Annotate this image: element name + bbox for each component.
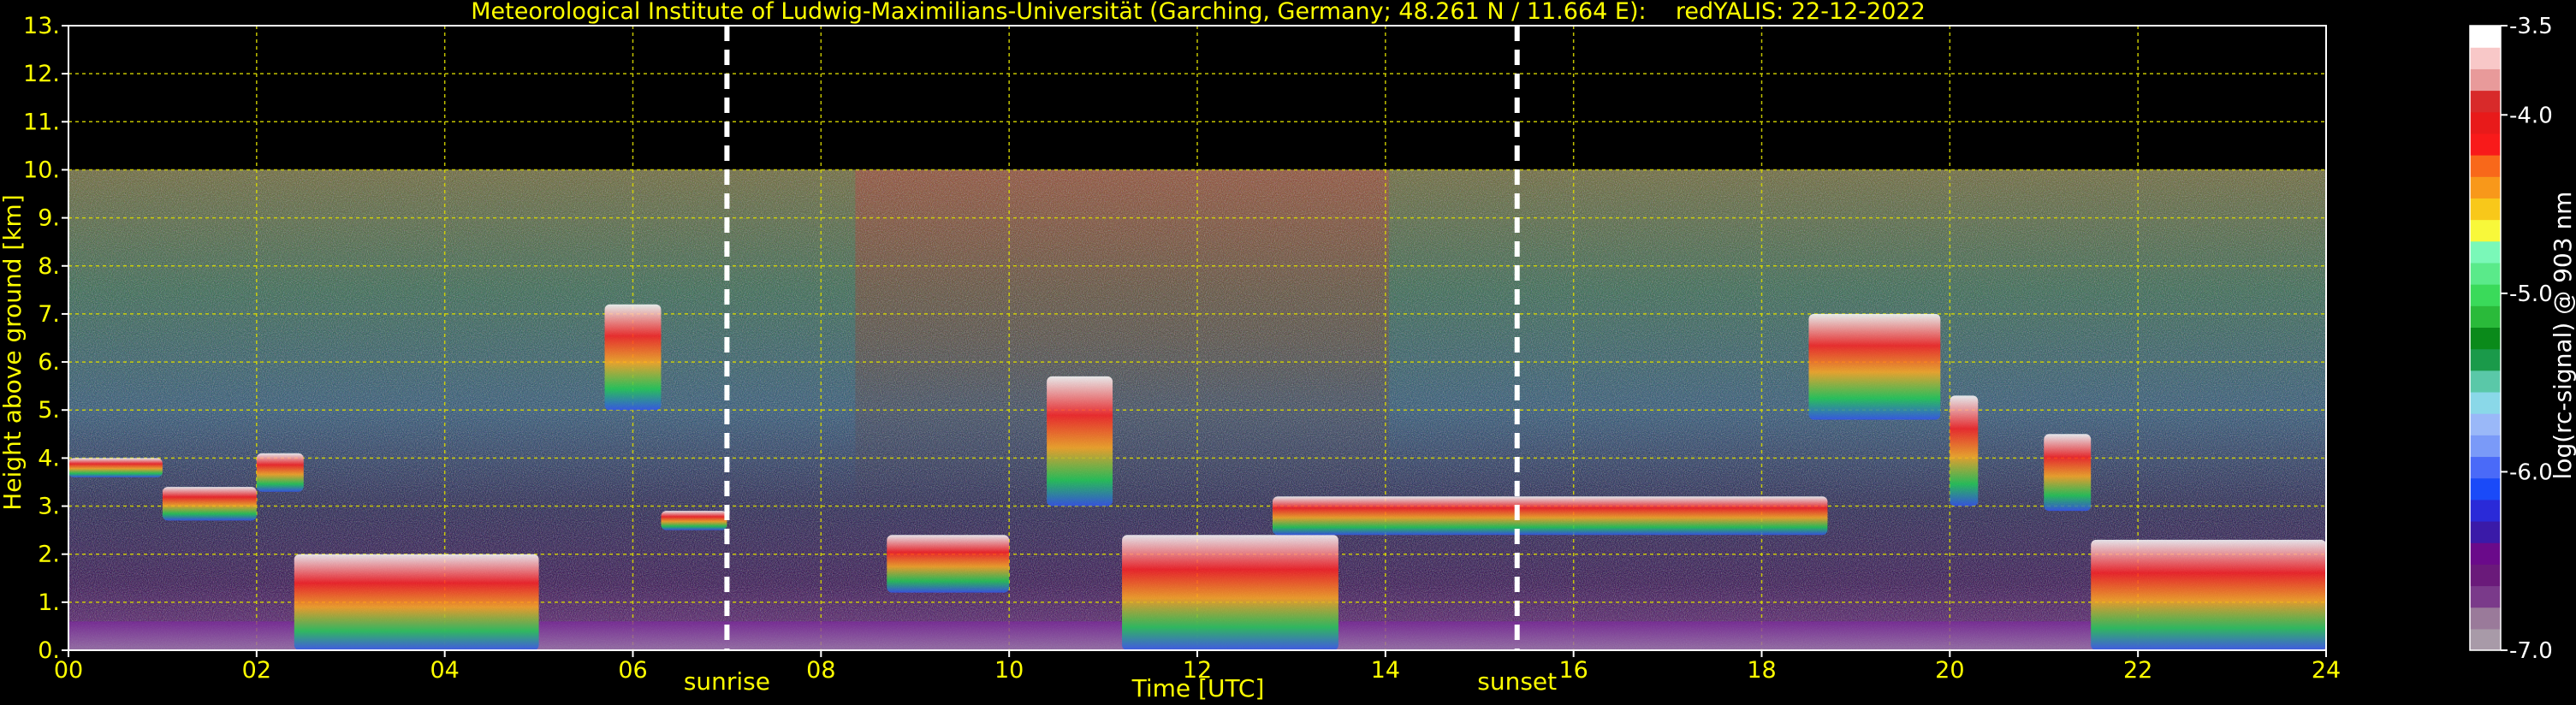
- colorbar-tick-label: -4.0: [2509, 103, 2553, 128]
- sunrise-label: sunrise: [684, 667, 770, 696]
- colorbar-segment: [2470, 520, 2501, 543]
- y-tick-label: 11.: [23, 109, 60, 135]
- x-tick-label: 24: [2312, 657, 2341, 684]
- colorbar-segment: [2470, 284, 2501, 306]
- y-tick-label: 12.: [23, 61, 60, 87]
- x-tick-label: 04: [430, 657, 459, 684]
- chart: sunrise sunset 00 02 04 06 08 10 12 14 16 18 20 22 24…: [0, 0, 2576, 702]
- cloud-feature-10: [1272, 496, 1828, 536]
- x-tick-label: 06: [618, 657, 647, 684]
- colorbar-segment: [2470, 133, 2501, 156]
- cloud-feature-6: [661, 511, 727, 530]
- colorbar-segment: [2470, 219, 2501, 242]
- cloud-feature-4: [294, 554, 539, 650]
- cloud-feature-14: [2091, 539, 2326, 650]
- y-tick-label: 2.: [38, 542, 60, 568]
- colorbar-segment: [2470, 348, 2501, 371]
- colorbar-segment: [2470, 305, 2501, 329]
- x-tick-label: 10: [994, 657, 1024, 684]
- colorbar-segment: [2470, 585, 2501, 608]
- y-tick-label: 7.: [38, 301, 60, 328]
- x-tick-label: 14: [1371, 657, 1400, 684]
- y-tick-label: 10.: [23, 157, 60, 183]
- x-axis-label: Time [UTC]: [1131, 674, 1265, 702]
- y-tick-label: 1.: [38, 589, 60, 616]
- x-tick-label: 02: [242, 657, 271, 684]
- colorbar-segment: [2470, 111, 2501, 134]
- colorbar-segment: [2470, 564, 2501, 587]
- colorbar-segment: [2470, 327, 2501, 350]
- chart-title: Meteorological Institute of Ludwig-Maxim…: [471, 0, 1926, 25]
- cloud-feature-3: [256, 453, 304, 492]
- colorbar-segment: [2470, 262, 2501, 285]
- cloud-feature-13: [2044, 434, 2092, 512]
- colorbar-segment: [2470, 176, 2501, 198]
- cloud-feature-7: [887, 535, 1010, 593]
- colorbar-segment: [2470, 68, 2501, 92]
- cloud-feature-8: [1047, 376, 1113, 507]
- y-tick-label: 9.: [38, 205, 60, 232]
- x-tick-label: 22: [2123, 657, 2152, 684]
- y-tick-label: 8.: [38, 253, 60, 280]
- colorbar-segment: [2470, 198, 2501, 221]
- colorbar-tick-label: -6.0: [2509, 459, 2553, 485]
- cloud-feature-12: [1950, 395, 1979, 507]
- colorbar-segment: [2470, 607, 2501, 630]
- colorbar-tick-label: -7.0: [2509, 638, 2553, 664]
- colorbar-segment: [2470, 240, 2501, 264]
- colorbar-segment: [2470, 499, 2501, 522]
- y-tick-label: 4.: [38, 445, 60, 471]
- cloud-feature-2: [162, 487, 257, 521]
- cloud-feature-9: [1122, 535, 1338, 650]
- y-tick-label: 3.: [38, 494, 60, 520]
- x-tick-label: 16: [1558, 657, 1588, 684]
- colorbar-segment: [2470, 26, 2501, 48]
- cloud-feature-5: [604, 304, 662, 411]
- colorbar-segment: [2470, 477, 2501, 501]
- y-tick-label: 13.: [23, 13, 60, 39]
- colorbar-segment: [2470, 155, 2501, 177]
- x-tick-label: 20: [1935, 657, 1964, 684]
- colorbar-segment: [2470, 456, 2501, 479]
- colorbar-segment: [2470, 391, 2501, 414]
- x-tick-label: 08: [806, 657, 835, 684]
- colorbar-segment: [2470, 413, 2501, 435]
- colorbar: -3.5 -4.0 -5.0 -6.0 -7.0: [2469, 14, 2553, 664]
- sunset-label: sunset: [1477, 667, 1557, 696]
- y-tick-label: 5.: [38, 397, 60, 424]
- y-axis-label: Height above ground [km]: [0, 194, 27, 511]
- cloud-feature-1: [68, 458, 163, 477]
- y-tick-label: 0.: [38, 637, 60, 664]
- colorbar-segment: [2470, 435, 2501, 458]
- colorbar-segment: [2470, 370, 2501, 393]
- colorbar-tick-label: -3.5: [2509, 14, 2553, 39]
- colorbar-segment: [2470, 90, 2501, 113]
- colorbar-tick-label: -5.0: [2509, 281, 2553, 307]
- colorbar-segment: [2470, 628, 2501, 651]
- y-tick-label: 6.: [38, 349, 60, 376]
- cloud-feature-11: [1808, 313, 1941, 420]
- colorbar-segment: [2470, 47, 2501, 69]
- x-tick-label: 18: [1747, 657, 1776, 684]
- colorbar-segment: [2470, 542, 2501, 565]
- colorbar-label: log(rc-signal) @ 903 nm: [2549, 192, 2576, 480]
